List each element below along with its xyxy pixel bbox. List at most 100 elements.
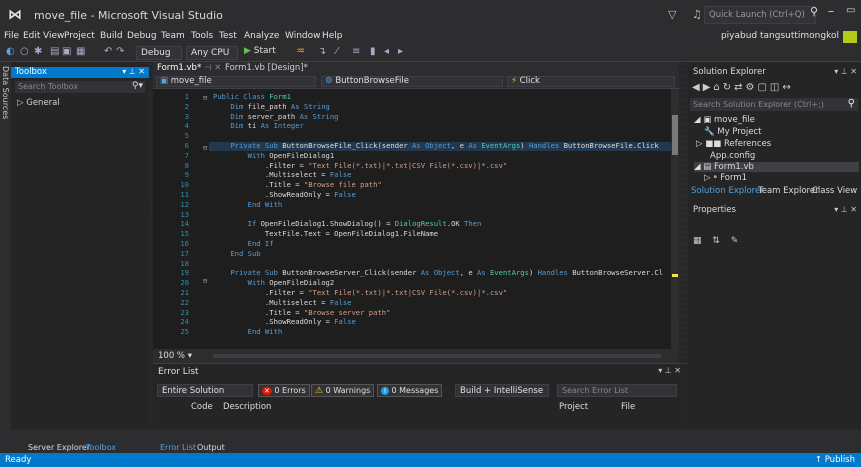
tree-node-app-config[interactable]: App.config — [710, 151, 755, 161]
feedback-icon[interactable]: ♫ — [692, 8, 702, 21]
tab-output[interactable]: Output — [197, 443, 225, 452]
event-dropdown[interactable]: ⚡ Click — [507, 76, 675, 87]
code-line[interactable]: .Title = "Browse server path" — [213, 308, 391, 317]
code-line[interactable]: End Sub — [213, 249, 260, 258]
pin-icon[interactable]: ▾ ⊥ ✕ — [122, 67, 145, 76]
tab-class-view[interactable]: Class View — [812, 186, 857, 196]
code-line[interactable]: Private Sub ButtonBrowseServer_Click(sen… — [213, 268, 663, 277]
menu-build[interactable]: Build — [100, 31, 123, 41]
user-account-name[interactable]: piyabud tangsuttimongkol — [721, 31, 839, 41]
code-line[interactable]: .ShowReadOnly = False — [213, 317, 356, 326]
error-list-search-input[interactable]: Search Error List — [557, 384, 677, 397]
code-line[interactable]: Public Class Form1 — [213, 92, 291, 101]
errors-filter-button[interactable]: ✕ 0 Errors — [258, 384, 310, 397]
comment-icon[interactable]: ⁄ — [336, 46, 338, 57]
tab-solution-explorer[interactable]: Solution Explorer — [691, 186, 764, 196]
tab-error-list[interactable]: Error List — [160, 443, 196, 452]
save-icon[interactable]: ▣ — [62, 46, 71, 57]
solution-search-input[interactable]: Search Solution Explorer (Ctrl+;) ⚲ — [690, 98, 858, 111]
step-into-icon[interactable]: ↴ — [318, 46, 326, 57]
menu-edit[interactable]: Edit — [23, 31, 40, 41]
tab-server-explorer[interactable]: Server Explorer — [28, 443, 90, 452]
column-header-description[interactable]: Description — [223, 402, 271, 412]
menu-tools[interactable]: Tools — [191, 31, 213, 41]
code-line[interactable]: Dim server_path As String — [213, 112, 338, 121]
menu-view[interactable]: View — [43, 31, 64, 41]
fold-toggle[interactable]: ⊟ — [203, 277, 207, 285]
messages-filter-button[interactable]: i 0 Messages — [377, 384, 443, 397]
code-line[interactable]: .Multiselect = False — [213, 170, 352, 179]
menu-analyze[interactable]: Analyze — [244, 31, 279, 41]
pin-tab-icon[interactable]: ⊣ ✕ — [204, 63, 221, 73]
menu-test[interactable]: Test — [219, 31, 237, 41]
properties-toolbar-icons[interactable]: ▦ ⇅ ✎ — [693, 236, 742, 246]
code-line[interactable]: .ShowReadOnly = False — [213, 190, 356, 199]
menu-project[interactable]: Project — [64, 31, 95, 41]
solution-toolbar-icons[interactable]: ◀▶⌂↻⇄⚙▢◫↔ — [692, 82, 794, 93]
tab-toolbox[interactable]: Toolbox — [86, 443, 116, 452]
panel-controls-icon[interactable]: ▾ ⊥ ✕ — [834, 205, 857, 214]
code-line[interactable]: .Title = "Browse file path" — [213, 180, 382, 189]
column-header-code[interactable]: Code — [191, 402, 213, 412]
publish-button[interactable]: ↑ Publish — [815, 455, 855, 465]
menu-team[interactable]: Team — [161, 31, 185, 41]
user-avatar[interactable] — [843, 31, 857, 43]
code-line[interactable]: Dim file_path As String — [213, 102, 330, 111]
navigate-back-icon[interactable]: ◐ — [6, 46, 15, 57]
code-line[interactable]: With OpenFileDialog2 — [213, 278, 335, 287]
tab-team-explorer[interactable]: Team Explorer — [758, 186, 819, 196]
code-line[interactable]: End If — [213, 239, 274, 248]
search-icon[interactable]: ⚲▾ — [132, 81, 143, 91]
code-line[interactable]: Dim ti As Integer — [213, 121, 304, 130]
code-line[interactable]: End With — [213, 327, 283, 336]
menu-help[interactable]: Help — [322, 31, 343, 41]
maximize-button[interactable]: ▭ — [846, 5, 855, 16]
undo-icon[interactable]: ↶ — [104, 46, 112, 57]
code-line[interactable]: TextFile.Text = OpenFileDialog1.FileName — [213, 229, 438, 238]
start-button[interactable]: ▶ Start — [244, 46, 276, 56]
search-icon[interactable]: ⚲ — [810, 5, 818, 18]
data-sources-tab[interactable]: Data Sources — [1, 66, 10, 119]
browser-link-icon[interactable]: ♒ — [296, 46, 305, 57]
build-intellisense-dropdown[interactable]: Build + IntelliSense — [455, 384, 549, 397]
warnings-filter-button[interactable]: ⚠ 0 Warnings — [311, 384, 375, 397]
fold-toggle[interactable]: ⊟ — [203, 94, 207, 102]
code-editor[interactable]: Public Class Form1 Dim file_path As Stri… — [153, 89, 671, 349]
panel-controls-icon[interactable]: ▾ ⊥ ✕ — [834, 67, 857, 76]
code-line[interactable]: With OpenFileDialog1 — [213, 151, 335, 160]
tree-node-form1-vb[interactable]: ◢ ▤ Form1.vb — [694, 162, 859, 172]
editor-horizontal-scrollbar[interactable] — [213, 354, 661, 358]
member-dropdown[interactable]: ⚙ ButtonBrowseFile — [321, 76, 503, 87]
panel-controls-icon[interactable]: ▾ ⊥ ✕ — [658, 366, 681, 375]
save-all-icon[interactable]: ▦ — [76, 46, 85, 57]
toolbox-group-general[interactable]: ▷ General — [17, 98, 60, 108]
tree-node-form1-class[interactable]: ▷ ⁍ Form1 — [704, 173, 747, 183]
outdent-icon[interactable]: ≡ — [352, 46, 360, 57]
scrollbar-thumb[interactable] — [672, 115, 678, 155]
open-file-icon[interactable]: ▤ — [50, 46, 59, 57]
solution-platform-dropdown[interactable]: Any CPU — [186, 46, 238, 60]
fold-toggle[interactable]: ⊟ — [203, 144, 207, 152]
zoom-level-dropdown[interactable]: 100 % ▾ — [158, 351, 192, 361]
menu-debug[interactable]: Debug — [127, 31, 157, 41]
bookmark-icon[interactable]: ▮ — [370, 46, 376, 57]
code-line[interactable]: .Filter = "Text File(*.txt)|*.txt|CSV Fi… — [213, 161, 507, 170]
editor-vertical-scrollbar[interactable] — [671, 89, 679, 349]
project-dropdown[interactable]: ▣ move_file — [156, 76, 316, 87]
code-line[interactable]: End With — [213, 200, 283, 209]
code-line[interactable]: .Filter = "Text File(*.txt)|*.txt|CSV Fi… — [213, 288, 507, 297]
tab-form1-design[interactable]: Form1.vb [Design]* — [225, 63, 308, 73]
tab-form1-vb[interactable]: Form1.vb* ⊣ ✕ — [157, 63, 221, 73]
code-line[interactable]: If OpenFileDialog1.ShowDialog() = Dialog… — [213, 219, 482, 228]
minimize-button[interactable]: – — [828, 4, 834, 18]
column-header-project[interactable]: Project — [559, 402, 588, 412]
code-line[interactable]: Private Sub ButtonBrowseFile_Click(sende… — [213, 141, 658, 150]
quick-launch-input[interactable]: Quick Launch (Ctrl+Q) — [704, 6, 816, 24]
search-icon[interactable]: ⚲ — [848, 98, 855, 109]
bookmark-next-icon[interactable]: ▸ — [398, 46, 403, 57]
column-header-file[interactable]: File — [621, 402, 635, 412]
bookmark-prev-icon[interactable]: ◂ — [384, 46, 389, 57]
new-project-icon[interactable]: ✱ — [34, 46, 42, 57]
menu-file[interactable]: File — [4, 31, 19, 41]
tree-node-project[interactable]: ◢ ▣ move_file — [694, 115, 755, 125]
